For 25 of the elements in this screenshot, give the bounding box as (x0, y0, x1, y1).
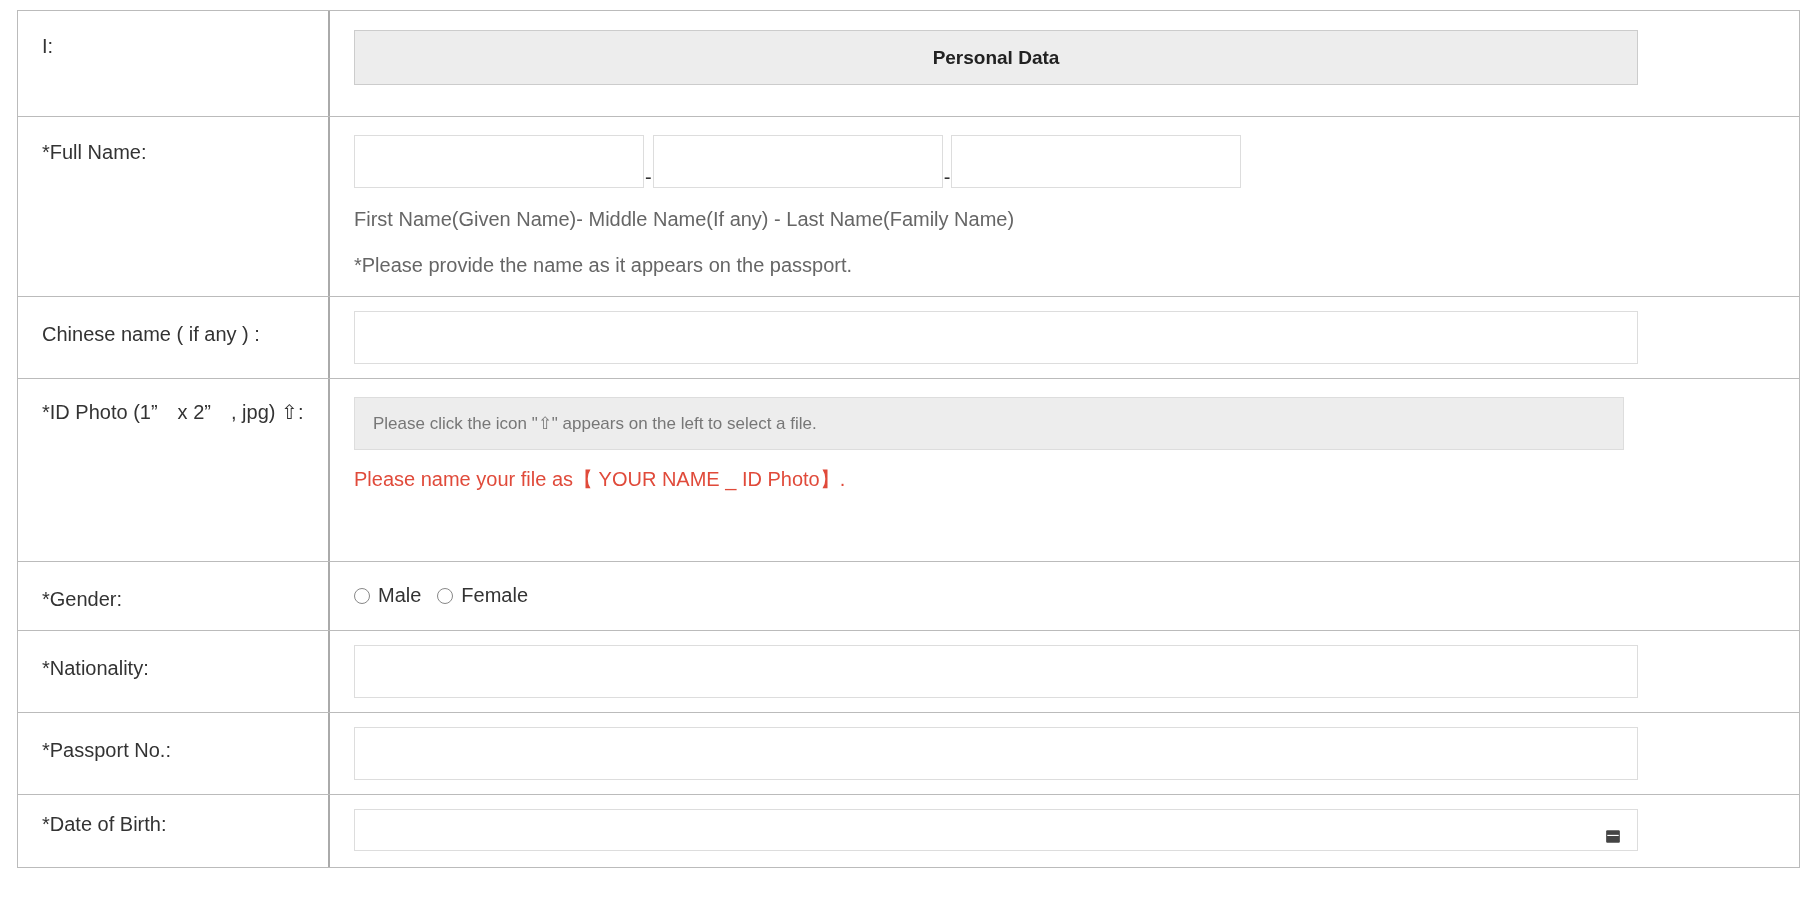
text-input[interactable] (354, 727, 1638, 780)
file-name-warning: Please name your file as【 YOUR NAME _ ID Photo】. (354, 467, 847, 493)
file-input[interactable]: Please click the icon "⇧" appears on the left to select a file. (354, 397, 1624, 450)
name-input[interactable] (652, 135, 943, 188)
field-label: *Gender: (42, 588, 123, 610)
calendar-icon[interactable] (1605, 828, 1621, 844)
name-input[interactable] (951, 135, 1242, 188)
name-caption: First Name(Given Name)- Middle Name(If any) - Last Name(Family Name) (354, 207, 1016, 232)
name-separator: - (942, 166, 952, 188)
field-label: *Nationality: (42, 657, 149, 679)
name-input[interactable] (354, 135, 644, 188)
field-label: *ID Photo (1” x 2” , jpg) ⇧: (42, 401, 304, 423)
name-note: *Please provide the name as it appears on the passport. (354, 253, 854, 278)
section-label: I: (42, 35, 54, 57)
field-label: Chinese name ( if any ) : (42, 323, 260, 345)
name-separator: - (644, 166, 653, 188)
text-input[interactable] (354, 645, 1638, 698)
text-input[interactable] (354, 311, 1638, 364)
section-title: Personal Data (354, 30, 1638, 85)
radio-label: Female (461, 584, 529, 607)
radio-label: Male (378, 584, 422, 607)
date-input[interactable] (354, 809, 1638, 851)
field-label: *Passport No.: (42, 739, 171, 761)
field-label: *Full Name: (42, 141, 147, 163)
field-label: *Date of Birth: (42, 813, 167, 835)
